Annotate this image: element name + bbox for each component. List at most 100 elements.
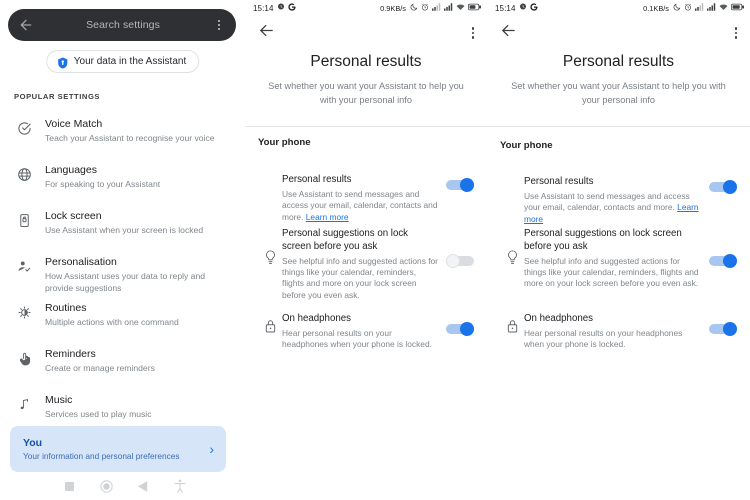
- learn-more-link[interactable]: Learn more: [306, 212, 349, 222]
- sidebar-item-lock-screen[interactable]: Lock screen Use Assistant when your scre…: [0, 210, 245, 256]
- you-card-title: You: [23, 436, 43, 449]
- row-icon-placeholder: [258, 174, 282, 176]
- back-arrow-icon[interactable]: [258, 22, 275, 44]
- item-subtitle: Services used to play music: [45, 409, 152, 419]
- accessibility-icon[interactable]: [174, 479, 186, 493]
- shield-icon: [57, 56, 68, 68]
- popular-settings-header: POPULAR SETTINGS: [14, 92, 101, 101]
- lightbulb-icon: [500, 228, 524, 265]
- row-title: On headphones: [524, 313, 593, 324]
- voice-match-icon: [13, 118, 35, 136]
- item-subtitle: Use Assistant when your screen is locked: [45, 225, 204, 235]
- personal-results-screen-right: 15:14 0.1KB/s Personal results Set wheth…: [487, 0, 750, 500]
- person-check-icon: [13, 256, 35, 274]
- personal-results-screen-middle: 15:14 0.9KB/s Personal results Set wheth…: [245, 0, 487, 500]
- toggle-personal-suggestions[interactable]: [709, 254, 737, 268]
- section-label-your-phone: Your phone: [258, 137, 311, 148]
- toggle-personal-suggestions[interactable]: [446, 254, 474, 268]
- row-description: Hear personal results on your headphones…: [282, 327, 432, 350]
- page-title: Personal results: [562, 53, 675, 70]
- header-divider: [487, 126, 750, 127]
- signal-2-icon: [444, 3, 453, 13]
- assistant-data-chip[interactable]: Your data in the Assistant: [45, 50, 200, 73]
- setting-row-personal-results[interactable]: Personal results Use Assistant to send m…: [245, 174, 487, 223]
- row-title: Personal results: [524, 176, 594, 187]
- signal-1-icon: [695, 3, 704, 13]
- search-bar[interactable]: Search settings: [8, 9, 236, 41]
- network-speed: 0.9KB/s: [380, 3, 406, 13]
- kebab-menu-icon[interactable]: [734, 27, 737, 39]
- status-bar: 15:14 0.9KB/s: [245, 0, 487, 16]
- row-description: Use Assistant to send messages and acces…: [524, 190, 690, 213]
- setting-row-on-headphones[interactable]: On headphones Hear personal results on y…: [487, 313, 750, 351]
- signal-1-icon: [432, 3, 441, 13]
- app-top-bar: [487, 16, 750, 50]
- setting-row-personal-results[interactable]: Personal results Use Assistant to send m…: [487, 176, 750, 225]
- alarm-clock-icon: [421, 3, 429, 13]
- you-card[interactable]: You Your information and personal prefer…: [10, 426, 226, 472]
- back-arrow-icon[interactable]: [18, 17, 34, 33]
- row-description: See helpful info and suggested actions f…: [524, 255, 699, 289]
- setting-row-on-headphones[interactable]: On headphones Hear personal results on y…: [245, 313, 487, 351]
- toggle-on-headphones[interactable]: [446, 322, 474, 336]
- you-card-subtitle: Your information and personal preference…: [23, 450, 180, 461]
- android-navigation-bar: [0, 472, 245, 500]
- three-panel-screenshot: Search settings Your data in the Assista…: [0, 0, 750, 500]
- sidebar-item-personalisation[interactable]: Personalisation How Assistant uses your …: [0, 256, 245, 302]
- status-bar: 15:14 0.1KB/s: [487, 0, 750, 16]
- page-subtitle: Set whether you want your Assistant to h…: [511, 81, 726, 105]
- wifi-icon: [456, 3, 465, 13]
- lightbulb-icon: [258, 228, 282, 265]
- header-divider: [245, 126, 487, 127]
- row-title: Personal suggestions on lock screen befo…: [524, 228, 682, 252]
- recents-square-icon[interactable]: [64, 481, 74, 491]
- home-circle-icon[interactable]: [99, 479, 113, 493]
- item-subtitle: Create or manage reminders: [45, 363, 155, 373]
- kebab-menu-icon[interactable]: [471, 27, 474, 39]
- battery-icon: [468, 3, 481, 13]
- assistant-settings-panel: Search settings Your data in the Assista…: [0, 0, 245, 500]
- network-speed: 0.1KB/s: [643, 3, 669, 13]
- settings-list: Voice Match Teach your Assistant to reco…: [0, 118, 245, 440]
- item-subtitle: Teach your Assistant to recognise your v…: [45, 133, 215, 143]
- row-icon-placeholder: [500, 176, 524, 178]
- back-triangle-icon[interactable]: [138, 480, 148, 492]
- page-subtitle: Set whether you want your Assistant to h…: [268, 81, 464, 105]
- sidebar-item-languages[interactable]: Languages For speaking to your Assistant: [0, 164, 245, 210]
- music-note-icon: [13, 394, 35, 412]
- toggle-personal-results[interactable]: [709, 180, 737, 194]
- setting-row-personal-suggestions[interactable]: Personal suggestions on lock screen befo…: [487, 228, 750, 290]
- row-title: Personal suggestions on lock screen befo…: [282, 228, 409, 252]
- status-clock: 15:14: [495, 3, 516, 13]
- sidebar-item-routines[interactable]: Routines Multiple actions with one comma…: [0, 302, 245, 348]
- item-title: Reminders: [45, 348, 96, 360]
- wifi-icon: [719, 3, 728, 13]
- dnd-moon-icon: [673, 3, 681, 13]
- item-subtitle: For speaking to your Assistant: [45, 179, 161, 189]
- item-title: Personalisation: [45, 256, 117, 268]
- globe-icon: [13, 164, 35, 182]
- row-description: See helpful info and suggested actions f…: [282, 255, 438, 300]
- setting-row-personal-suggestions[interactable]: Personal suggestions on lock screen befo…: [245, 228, 487, 301]
- alarm-clock-icon: [684, 3, 692, 13]
- toggle-on-headphones[interactable]: [709, 322, 737, 336]
- item-title: Routines: [45, 302, 87, 314]
- status-clock: 15:14: [253, 3, 274, 13]
- sidebar-item-voice-match[interactable]: Voice Match Teach your Assistant to reco…: [0, 118, 245, 164]
- google-g-icon: [287, 3, 296, 13]
- alarm-icon: [277, 3, 285, 13]
- item-title: Languages: [45, 164, 97, 176]
- item-title: Voice Match: [45, 118, 103, 130]
- row-title: Personal results: [282, 174, 352, 185]
- item-subtitle: How Assistant uses your data to reply an…: [45, 271, 206, 293]
- search-input[interactable]: Search settings: [34, 19, 212, 31]
- kebab-menu-icon[interactable]: [212, 19, 226, 31]
- signal-2-icon: [707, 3, 716, 13]
- sidebar-item-reminders[interactable]: Reminders Create or manage reminders: [0, 348, 245, 394]
- toggle-personal-results[interactable]: [446, 178, 474, 192]
- hand-tap-icon: [13, 348, 35, 367]
- dnd-moon-icon: [410, 3, 418, 13]
- battery-icon: [731, 3, 744, 13]
- back-arrow-icon[interactable]: [500, 22, 517, 44]
- google-g-icon: [529, 3, 538, 13]
